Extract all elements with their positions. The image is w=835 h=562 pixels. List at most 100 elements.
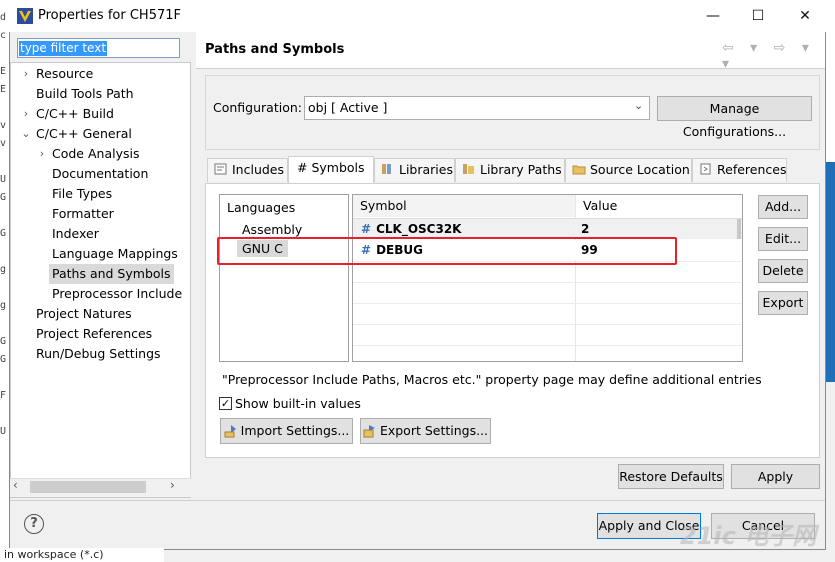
apply-button[interactable]: Apply: [731, 464, 820, 489]
chevron-right-icon[interactable]: ›: [20, 67, 32, 81]
show-builtin-checkbox[interactable]: ✓: [219, 397, 232, 410]
background-char: U: [0, 174, 7, 185]
filter-input[interactable]: type filter text: [17, 38, 180, 58]
background-status-text: in workspace (*.c): [0, 548, 164, 562]
row-divider: [353, 324, 742, 325]
scrollbar-thumb[interactable]: [30, 481, 146, 493]
background-char: g: [0, 300, 7, 311]
library-paths-icon: [463, 164, 474, 174]
row-divider: [353, 282, 742, 283]
tree-item-indexer[interactable]: Indexer: [52, 224, 99, 244]
export-settings-button[interactable]: Export Settings...: [360, 418, 491, 444]
background-char: G: [0, 336, 7, 347]
background-char: G: [0, 228, 7, 239]
tree-item-project-references[interactable]: Project References: [36, 324, 152, 344]
help-icon[interactable]: ?: [24, 514, 44, 534]
column-header-symbol[interactable]: Symbol: [353, 195, 575, 217]
restore-defaults-button[interactable]: Restore Defaults: [618, 464, 724, 489]
chevron-down-icon[interactable]: ⌄: [20, 127, 32, 141]
tab-label: # Symbols: [297, 160, 365, 175]
tab-references[interactable]: References: [692, 158, 787, 182]
scroll-left-icon[interactable]: ‹: [13, 478, 18, 492]
configuration-label: Configuration:: [213, 100, 302, 115]
tree-item-project-natures[interactable]: Project Natures: [36, 304, 132, 324]
show-builtin-label[interactable]: Show built-in values: [235, 396, 361, 411]
table-row[interactable]: # CLK_OSC32K 2: [353, 219, 742, 239]
configuration-value: obj [ Active ]: [308, 100, 388, 115]
footer-separator: [10, 500, 825, 501]
row-divider: [353, 303, 742, 304]
value-cell: 2: [581, 222, 590, 236]
includes-icon: [214, 163, 227, 175]
tree-item-c-c-general[interactable]: C/C++ General: [36, 124, 132, 144]
watermark-logo: 21ic 电子网: [680, 522, 817, 550]
symbol-name: CLK_OSC32K: [376, 222, 462, 236]
background-char: F: [0, 390, 7, 401]
export-settings-label: Export Settings...: [379, 423, 489, 438]
background-editor-strip: dcEEvvUGGggGGFU: [0, 0, 9, 562]
tree-item-build-tools-path[interactable]: Build Tools Path: [36, 84, 134, 104]
tree-item-code-analysis[interactable]: Code Analysis: [52, 144, 139, 164]
window-title: Properties for CH571F: [38, 8, 181, 23]
tree-item-preprocessor-include[interactable]: Preprocessor Include: [52, 284, 182, 304]
background-char: E: [0, 66, 7, 77]
tab-source-location[interactable]: Source Location: [565, 158, 692, 182]
maximize-button[interactable]: ☐: [745, 4, 771, 28]
import-settings-label: Import Settings...: [240, 423, 350, 438]
navigation-arrows-icon[interactable]: ⇦ ▾ ⇨ ▾ ▾: [722, 40, 835, 72]
background-char: c: [0, 30, 7, 41]
edit-button[interactable]: Edit...: [758, 227, 808, 251]
tab-includes[interactable]: Includes: [207, 158, 288, 182]
tree-item-formatter[interactable]: Formatter: [52, 204, 114, 224]
background-char: U: [0, 426, 7, 437]
languages-list[interactable]: [219, 194, 349, 362]
background-char: g: [0, 264, 7, 275]
tab-label: Libraries: [399, 162, 453, 177]
export-settings-icon: [363, 425, 375, 438]
background-char: d: [0, 12, 7, 23]
info-text: "Preprocessor Include Paths, Macros etc.…: [222, 372, 762, 387]
tree-item-file-types[interactable]: File Types: [52, 184, 112, 204]
manage-configurations-button[interactable]: Manage Configurations...: [657, 96, 812, 139]
background-right-accent: [826, 162, 835, 382]
tree-item-c-c-build[interactable]: C/C++ Build: [36, 104, 114, 124]
delete-button[interactable]: Delete: [758, 259, 808, 283]
chevron-right-icon[interactable]: ›: [36, 147, 48, 161]
folder-icon: [572, 165, 586, 175]
minimize-button[interactable]: —: [700, 4, 726, 28]
references-icon: [700, 163, 711, 175]
export-button[interactable]: Export: [758, 291, 808, 315]
background-char: G: [0, 192, 7, 203]
tab-symbols[interactable]: # Symbols: [288, 156, 374, 184]
highlight-annotation: [217, 237, 677, 265]
app-icon: [17, 8, 33, 24]
row-divider: [353, 345, 742, 346]
column-header-value[interactable]: Value: [576, 195, 742, 217]
language-item[interactable]: Assembly: [242, 222, 302, 237]
hash-icon: #: [361, 222, 372, 236]
libraries-icon: [382, 164, 391, 174]
close-button[interactable]: ✕: [792, 4, 818, 28]
import-settings-icon: [224, 425, 236, 438]
tree-item-paths-and-symbols[interactable]: Paths and Symbols: [49, 264, 174, 284]
filter-placeholder: type filter text: [19, 41, 108, 56]
tab-label: Source Location: [590, 162, 690, 177]
tree-item-documentation[interactable]: Documentation: [52, 164, 148, 184]
tab-label: Includes: [232, 162, 285, 177]
background-char: E: [0, 84, 7, 95]
scroll-right-icon[interactable]: ›: [170, 478, 175, 492]
tree-item-run-debug-settings[interactable]: Run/Debug Settings: [36, 344, 161, 364]
tab-library-paths[interactable]: Library Paths: [455, 158, 565, 182]
chevron-down-icon[interactable]: ⌄: [634, 99, 643, 112]
background-right-strip: [826, 0, 835, 162]
tab-label: Library Paths: [480, 162, 562, 177]
import-settings-button[interactable]: Import Settings...: [220, 418, 353, 444]
add-button[interactable]: Add...: [758, 195, 808, 219]
background-char: G: [0, 354, 7, 365]
tree-item-resource[interactable]: Resource: [36, 64, 93, 84]
table-scroll-indicator: [737, 219, 741, 239]
page-title: Paths and Symbols: [205, 42, 345, 57]
tab-libraries[interactable]: Libraries: [374, 158, 455, 182]
tree-item-language-mappings[interactable]: Language Mappings: [52, 244, 178, 264]
chevron-right-icon[interactable]: ›: [20, 107, 32, 121]
